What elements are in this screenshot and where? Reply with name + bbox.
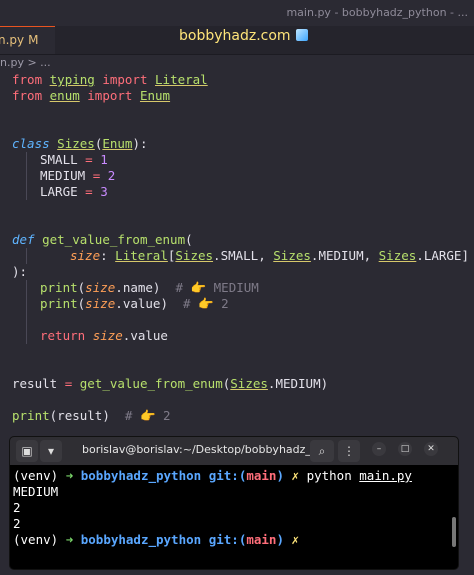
indent-guide (26, 152, 27, 200)
code-line: LARGE = 3 (40, 184, 108, 199)
code-line: print(size.value) # 👉 2 (40, 296, 229, 311)
terminal-window[interactable]: ▣ ▾ borislav@borislav:~/Desktop/bobbyhad… (10, 437, 458, 569)
site-banner: bobbyhadz.com (179, 28, 308, 44)
code-line: def get_value_from_enum( (12, 232, 193, 247)
close-button[interactable]: ✕ (424, 442, 438, 456)
site-title: bobbyhadz.com (179, 28, 291, 44)
terminal-header: ▣ ▾ borislav@borislav:~/Desktop/bobbyhad… (10, 437, 458, 465)
code-editor[interactable]: from typing import Literal from enum imp… (0, 72, 474, 437)
code-line: size: Literal[Sizes.SMALL, Sizes.MEDIUM,… (70, 248, 469, 263)
search-button[interactable]: ⌕ (310, 440, 334, 462)
code-line: return size.value (40, 328, 168, 343)
terminal-output: MEDIUM (13, 484, 59, 499)
tab-menu-button[interactable]: ▾ (40, 440, 62, 462)
maximize-button[interactable]: □ (398, 442, 412, 456)
breadcrumb[interactable]: n.py > ... (0, 56, 51, 69)
code-line: print(result) # 👉 2 (12, 408, 171, 423)
code-line: SMALL = 1 (40, 152, 108, 167)
code-line: print(size.name) # 👉 MEDIUM (40, 280, 259, 295)
ice-cube-icon (295, 29, 308, 41)
code-line: class Sizes(Enum): (12, 136, 148, 151)
terminal-line: (venv) ➜ bobbyhadz_python git:(main) ✗ (13, 532, 300, 547)
minimize-button[interactable]: – (372, 442, 386, 456)
terminal-line: (venv) ➜ bobbyhadz_python git:(main) ✗ p… (13, 468, 412, 483)
title-bar: main.py - bobbyhadz_python - ... (0, 0, 474, 28)
code-line: result = get_value_from_enum(Sizes.MEDIU… (12, 376, 329, 391)
tab-label: n.py (0, 33, 25, 47)
indent-guide (26, 280, 27, 344)
terminal-output: 2 (13, 516, 21, 531)
indent-guide (26, 248, 27, 264)
code-line: from typing import Literal (12, 72, 208, 87)
code-line: ): (12, 264, 28, 279)
modified-indicator: M (28, 33, 39, 47)
window-title: main.py - bobbyhadz_python - ... (286, 6, 468, 19)
code-line: MEDIUM = 2 (40, 168, 116, 183)
new-tab-button[interactable]: ▣ (16, 440, 38, 462)
terminal-output: 2 (13, 500, 21, 515)
terminal-scrollbar[interactable] (452, 517, 456, 547)
code-line: from enum import Enum (12, 88, 171, 103)
editor-tab-main-py[interactable]: n.py M (0, 26, 55, 54)
terminal-title: borislav@borislav:~/Desktop/bobbyhadz_..… (82, 443, 322, 456)
menu-button[interactable]: ⋮ (338, 440, 360, 462)
